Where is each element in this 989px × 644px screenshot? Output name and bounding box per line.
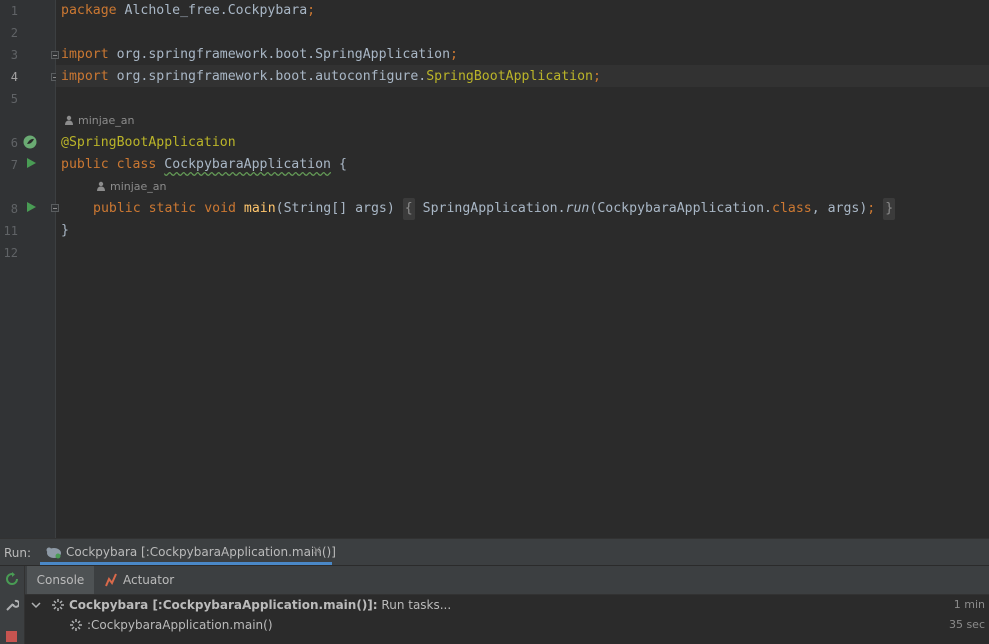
run-header: Run: Cockpybara [:CockpybaraApplication.… (0, 539, 989, 566)
line-number: 3 (10, 48, 18, 62)
code-line-3: import org.springframework.boot.SpringAp… (61, 44, 458, 66)
capybara-icon (46, 547, 61, 559)
fold-icon[interactable] (51, 204, 59, 212)
author-hint[interactable]: minjae_an (96, 180, 167, 194)
tab-label: Actuator (123, 573, 175, 587)
task-status: Run tasks... (377, 598, 452, 612)
run-label: Run: (4, 546, 32, 560)
line-number: 7 (10, 158, 18, 172)
annotation: @SpringBootApplication (61, 135, 236, 150)
tree-row[interactable]: :CockpybaraApplication.main() 35 sec (25, 615, 989, 635)
stop-icon[interactable] (6, 631, 17, 642)
run-tab-title: Cockpybara [:CockpybaraApplication.main(… (66, 545, 336, 559)
tree-row[interactable]: Cockpybara [:CockpybaraApplication.main(… (25, 595, 989, 615)
run-toolbar (0, 566, 25, 644)
tab-label: Console (36, 573, 85, 587)
task-title: :CockpybaraApplication.main() (87, 618, 273, 632)
call-target: SpringApplication. (422, 201, 566, 216)
method-call: run (565, 201, 590, 216)
person-icon (97, 181, 105, 191)
params: (String[] args) (275, 201, 395, 216)
annotation-class: SpringBootApplication (426, 69, 593, 84)
task-title: Cockpybara [:CockpybaraApplication.main(… (69, 598, 378, 612)
tab-console[interactable]: Console (27, 566, 94, 594)
tab-actuator[interactable]: Actuator (103, 566, 183, 594)
line-number: 6 (10, 136, 18, 150)
line-number: 1 (10, 4, 18, 18)
keyword: import (61, 47, 109, 62)
run-icon[interactable] (26, 202, 36, 212)
spinner-icon (52, 599, 64, 611)
active-tab-indicator (40, 562, 332, 565)
semicolon: ; (450, 47, 458, 62)
chevron-down-icon[interactable] (31, 600, 41, 610)
method-name: main (243, 201, 276, 216)
semicolon: ; (867, 201, 876, 216)
keyword: class (772, 201, 812, 216)
call-args: (CockpybaraApplication. (589, 201, 772, 216)
line-number: 11 (3, 224, 18, 238)
line-number: 8 (10, 202, 18, 216)
class-name: CockpybaraApplication (164, 157, 331, 172)
author-name: minjae_an (110, 180, 167, 193)
package-name: Alchole_free.Cockpybara (116, 3, 308, 18)
line-number: 5 (10, 92, 18, 106)
code-line-6: @SpringBootApplication (61, 132, 236, 154)
person-icon (65, 115, 73, 125)
line-number: 2 (10, 26, 18, 40)
semicolon: ; (307, 3, 316, 18)
line-gutter: 1 2 3 4 5 6 7 8 11 12 (0, 0, 59, 538)
keyword: import (61, 69, 109, 84)
brace: { (338, 157, 347, 172)
wrench-icon[interactable] (5, 598, 19, 612)
spring-bean-icon[interactable] (23, 135, 37, 149)
code-line-7: public class CockpybaraApplication { (61, 154, 347, 176)
folded-brace[interactable]: } (883, 198, 896, 220)
line-number: 12 (3, 246, 18, 260)
keyword: class (116, 157, 157, 172)
keyword: package (61, 3, 117, 18)
run-tree: Cockpybara [:CockpybaraApplication.main(… (25, 595, 989, 644)
import-path: org.springframework.boot.SpringApplicati… (108, 47, 451, 62)
line-number: 4 (10, 70, 18, 84)
semicolon: ; (592, 69, 601, 84)
run-subtabs: Console Actuator (25, 566, 989, 595)
keyword: public (61, 157, 109, 172)
task-duration: 35 sec (948, 618, 985, 631)
spinner-icon (70, 619, 82, 631)
run-tool-window: Run: Cockpybara [:CockpybaraApplication.… (0, 538, 989, 644)
code-line-1: package Alchole_free.Cockpybara; (61, 0, 315, 22)
code-line-11: } (61, 220, 69, 242)
fold-icon[interactable] (51, 51, 59, 59)
close-icon[interactable]: × (312, 543, 322, 557)
keyword: void (204, 201, 236, 216)
rerun-icon[interactable] (5, 572, 19, 586)
run-icon[interactable] (26, 158, 36, 168)
folded-brace[interactable]: { (402, 198, 415, 220)
task-duration: 1 min (953, 598, 985, 611)
brace: } (61, 223, 69, 238)
author-hint[interactable]: minjae_an (64, 114, 135, 128)
code-editor[interactable]: 1 2 3 4 5 6 7 8 11 12 package Alchole_fr… (0, 0, 989, 538)
code-line-4: import org.springframework.boot.autoconf… (61, 66, 601, 88)
call-args: , args) (811, 201, 868, 216)
keyword: static (148, 201, 197, 216)
keyword: public (93, 201, 141, 216)
author-name: minjae_an (78, 114, 135, 127)
import-path: org.springframework.boot.autoconfigure. (108, 69, 427, 84)
code-line-8: public static void main(String[] args) {… (93, 198, 896, 220)
actuator-icon (105, 573, 117, 587)
